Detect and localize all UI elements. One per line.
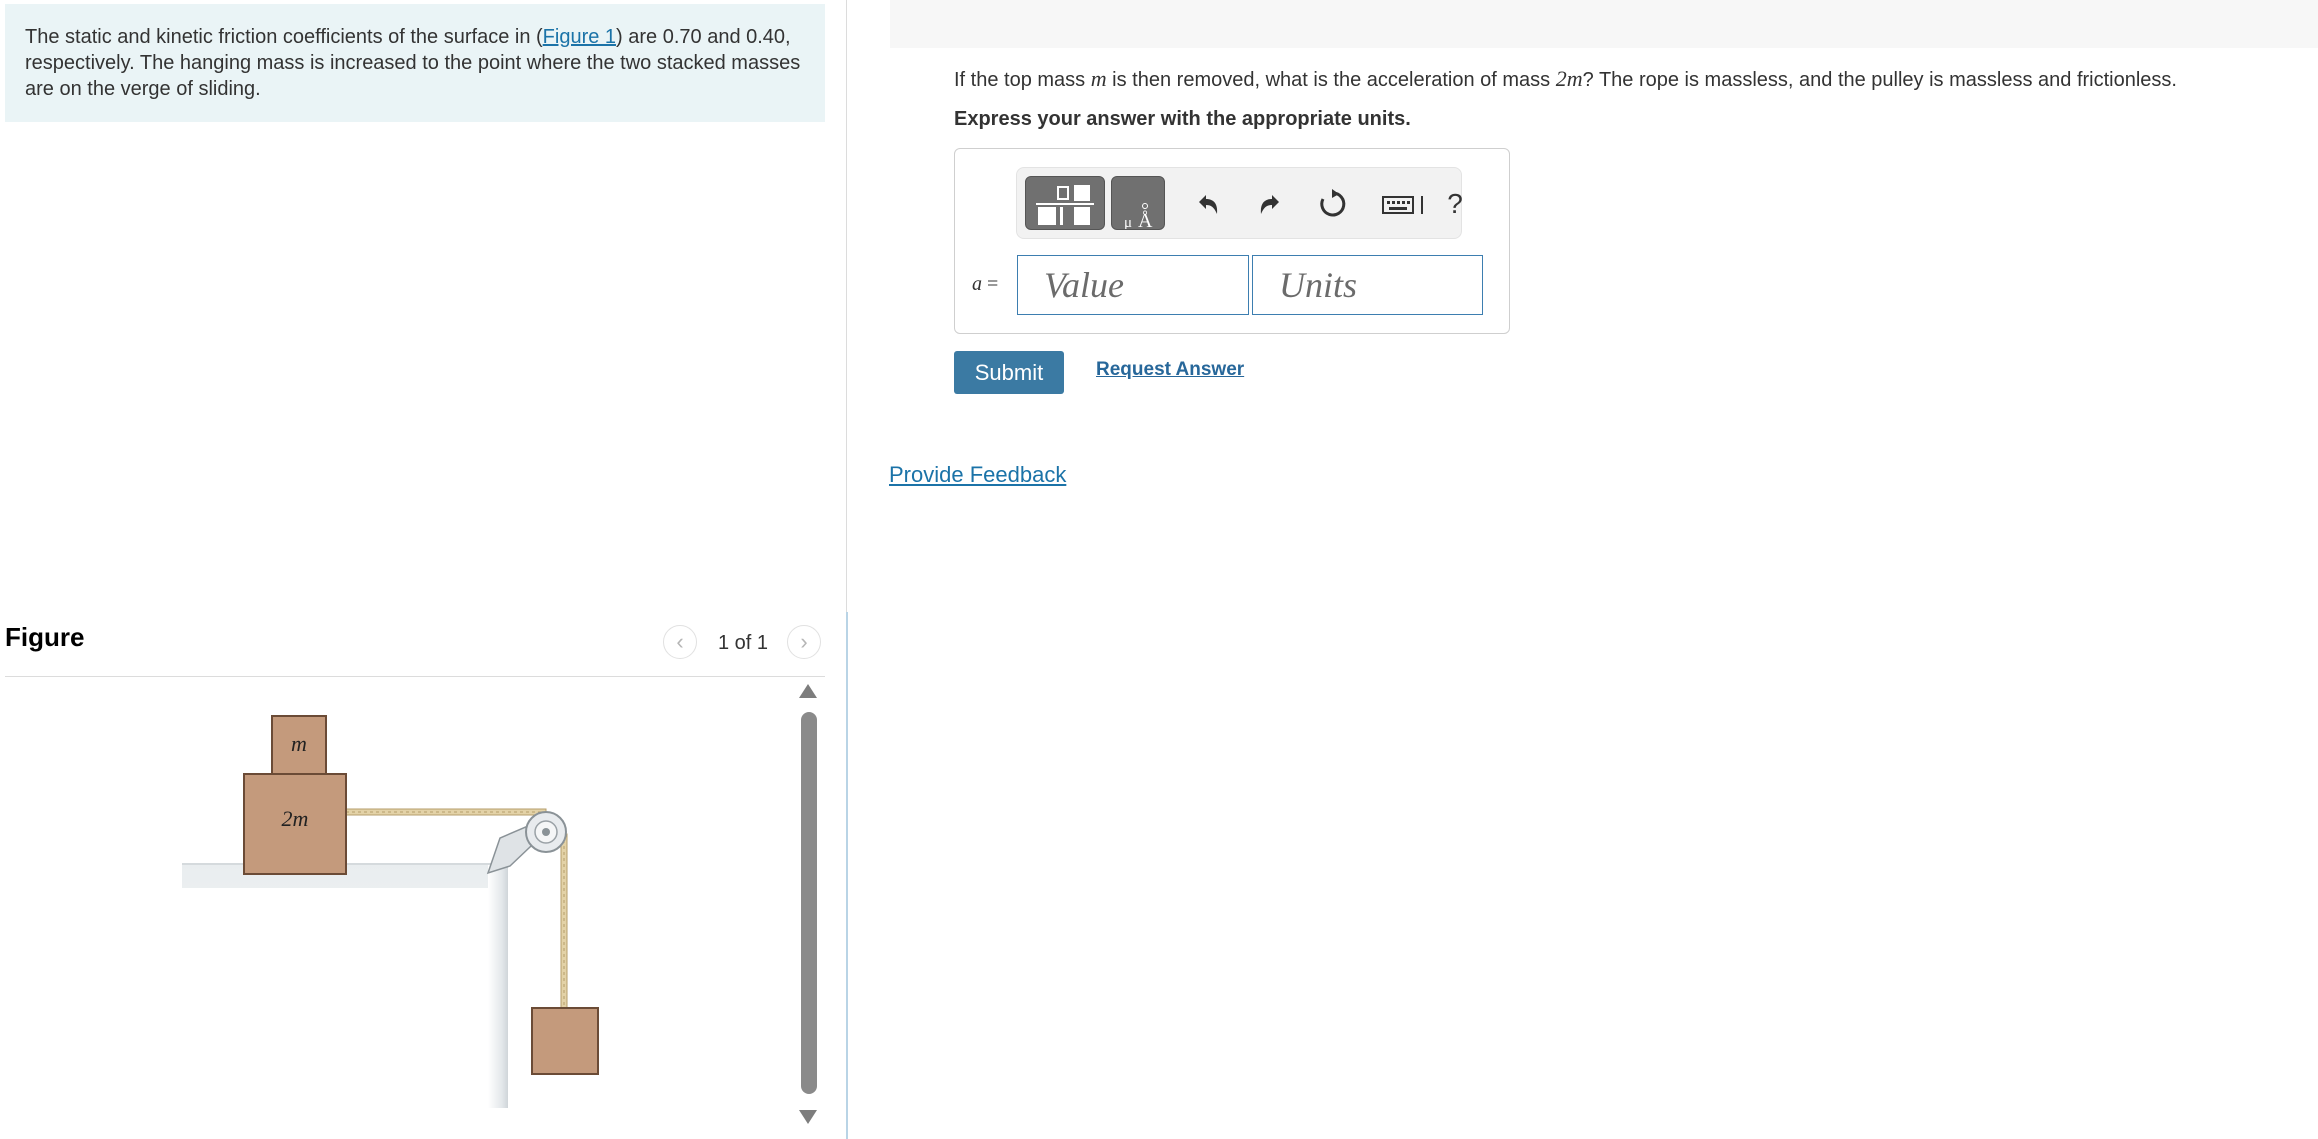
question-part-3: ? The rope is massless, and the pulley i… <box>1582 69 2177 91</box>
equals-sign: = <box>982 273 999 295</box>
table <box>182 863 508 1108</box>
scroll-down-arrow-icon[interactable] <box>799 1110 817 1124</box>
mass-m-label: m <box>291 731 307 756</box>
reset-icon[interactable] <box>1315 186 1351 222</box>
mass-m-block: m <box>271 715 327 775</box>
scroll-up-arrow-icon[interactable] <box>799 684 817 698</box>
units-icon: μ Å <box>1124 203 1153 230</box>
submit-button[interactable]: Submit <box>954 351 1064 394</box>
template-icon <box>1036 185 1094 225</box>
units-input[interactable] <box>1252 255 1483 315</box>
redo-icon[interactable] <box>1253 186 1289 222</box>
next-figure-button[interactable]: › <box>787 625 821 659</box>
part-header <box>890 0 2318 48</box>
request-answer-link[interactable]: Request Answer <box>1096 359 1244 381</box>
previous-figure-button[interactable]: ‹ <box>663 625 697 659</box>
svg-text:Å: Å <box>1138 210 1153 230</box>
math-2m: 2m <box>1555 66 1583 91</box>
answer-box: μ Å ? a = <box>954 148 1510 334</box>
provide-feedback-link[interactable]: Provide Feedback <box>889 462 1066 488</box>
question-text: If the top mass m is then removed, what … <box>954 66 2177 92</box>
math-m: m <box>1090 66 1107 91</box>
scrollbar-thumb[interactable] <box>801 712 817 1094</box>
question-part-2: is then removed, what is the acceleratio… <box>1106 69 1556 91</box>
figure-link[interactable]: Figure 1 <box>543 26 616 48</box>
answer-variable: a <box>972 273 982 295</box>
hanging-mass-block <box>531 1007 599 1075</box>
question-part-1: If the top mass <box>954 69 1091 91</box>
answer-variable-label: a = <box>972 273 998 296</box>
math-toolbar: μ Å ? <box>1016 167 1463 239</box>
mass-2m-block: 2m <box>243 773 347 875</box>
pane-divider-accent <box>846 612 848 1139</box>
units-button[interactable]: μ Å <box>1111 176 1165 230</box>
problem-intro: The static and kinetic friction coeffici… <box>5 4 825 122</box>
chevron-left-icon: ‹ <box>676 629 684 654</box>
mass-2m-label: 2m <box>282 806 309 831</box>
template-button[interactable] <box>1025 176 1105 230</box>
keyboard-icon[interactable] <box>1381 186 1427 222</box>
figure-scrollbar[interactable] <box>799 684 821 1129</box>
instruction-text: Express your answer with the appropriate… <box>954 108 1411 130</box>
figure-divider <box>5 676 825 677</box>
figure-counter: 1 of 1 <box>718 632 769 654</box>
undo-icon[interactable] <box>1189 186 1225 222</box>
pulley <box>486 811 567 875</box>
figure-diagram: 2m m <box>182 715 599 1108</box>
figure-title: Figure <box>5 622 85 652</box>
problem-pane: The static and kinetic friction coeffici… <box>0 0 847 1139</box>
help-icon[interactable]: ? <box>1437 186 1473 222</box>
chevron-right-icon: › <box>800 629 808 654</box>
value-input[interactable] <box>1017 255 1249 315</box>
svg-text:μ: μ <box>1124 215 1132 230</box>
intro-text-start: The static and kinetic friction coeffici… <box>25 26 543 48</box>
